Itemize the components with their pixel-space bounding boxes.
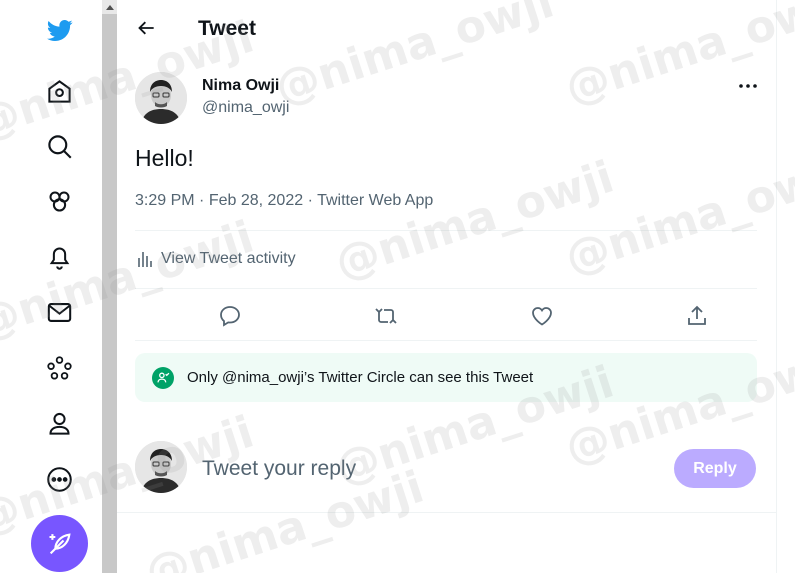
back-arrow-icon <box>138 21 154 35</box>
profile-icon[interactable] <box>36 400 82 446</box>
like-icon[interactable] <box>522 296 562 336</box>
tweet-date[interactable]: Feb 28, 2022 <box>209 192 303 209</box>
explore-icon[interactable] <box>36 123 82 169</box>
divider <box>117 512 777 513</box>
tweet-actions-bar <box>135 296 757 336</box>
page-header: Tweet <box>117 0 777 58</box>
divider <box>135 230 757 231</box>
tweet-metadata: 3:29 PM · Feb 28, 2022 · Twitter Web App <box>135 192 433 210</box>
tweet-more-button[interactable] <box>734 74 762 98</box>
reply-user-avatar[interactable] <box>135 441 187 493</box>
author-avatar[interactable] <box>135 72 187 124</box>
messages-icon[interactable] <box>36 289 82 335</box>
view-tweet-activity-link[interactable]: View Tweet activity <box>137 250 296 268</box>
retweet-icon[interactable] <box>366 296 406 336</box>
meta-separator: · <box>307 192 318 209</box>
tweet-source[interactable]: Twitter Web App <box>317 192 433 209</box>
analytics-icon <box>138 252 152 267</box>
tweet-time[interactable]: 3:29 PM <box>135 192 195 209</box>
notifications-icon[interactable] <box>36 234 82 280</box>
more-icon[interactable] <box>36 456 82 502</box>
more-dots-icon <box>739 84 757 88</box>
reply-button[interactable]: Reply <box>674 449 756 488</box>
more-circles-icon[interactable] <box>36 345 82 391</box>
twitter-circle-notice: Only @nima_owji’s Twitter Circle can see… <box>135 353 757 402</box>
scrollbar[interactable] <box>102 0 117 573</box>
share-icon[interactable] <box>677 296 717 336</box>
twitter-circle-icon <box>152 366 174 389</box>
divider <box>135 340 757 341</box>
view-tweet-activity-label: View Tweet activity <box>161 250 296 267</box>
sidebar-nav <box>0 0 102 573</box>
twitter-circle-text: Only @nima_owji’s Twitter Circle can see… <box>187 369 534 386</box>
feather-icon <box>49 532 71 554</box>
page-title: Tweet <box>198 17 256 40</box>
meta-separator: · <box>199 192 209 209</box>
reply-icon[interactable] <box>210 296 250 336</box>
compose-tweet-button[interactable] <box>31 515 88 572</box>
author-name[interactable]: Nima Owji <box>202 77 279 95</box>
back-button[interactable] <box>131 12 163 44</box>
communities-icon[interactable] <box>36 178 82 224</box>
right-edge <box>777 0 795 573</box>
home-icon[interactable] <box>36 68 82 114</box>
tweet-text: Hello! <box>135 145 194 171</box>
tweet-detail-column: Tweet Nima Owji @nima_owji Hello! 3:29 P… <box>117 0 777 573</box>
twitter-logo-icon[interactable] <box>36 7 82 53</box>
divider <box>135 288 757 289</box>
reply-input[interactable] <box>202 452 662 486</box>
author-handle[interactable]: @nima_owji <box>202 99 289 117</box>
scroll-up-arrow-icon[interactable] <box>102 0 117 14</box>
